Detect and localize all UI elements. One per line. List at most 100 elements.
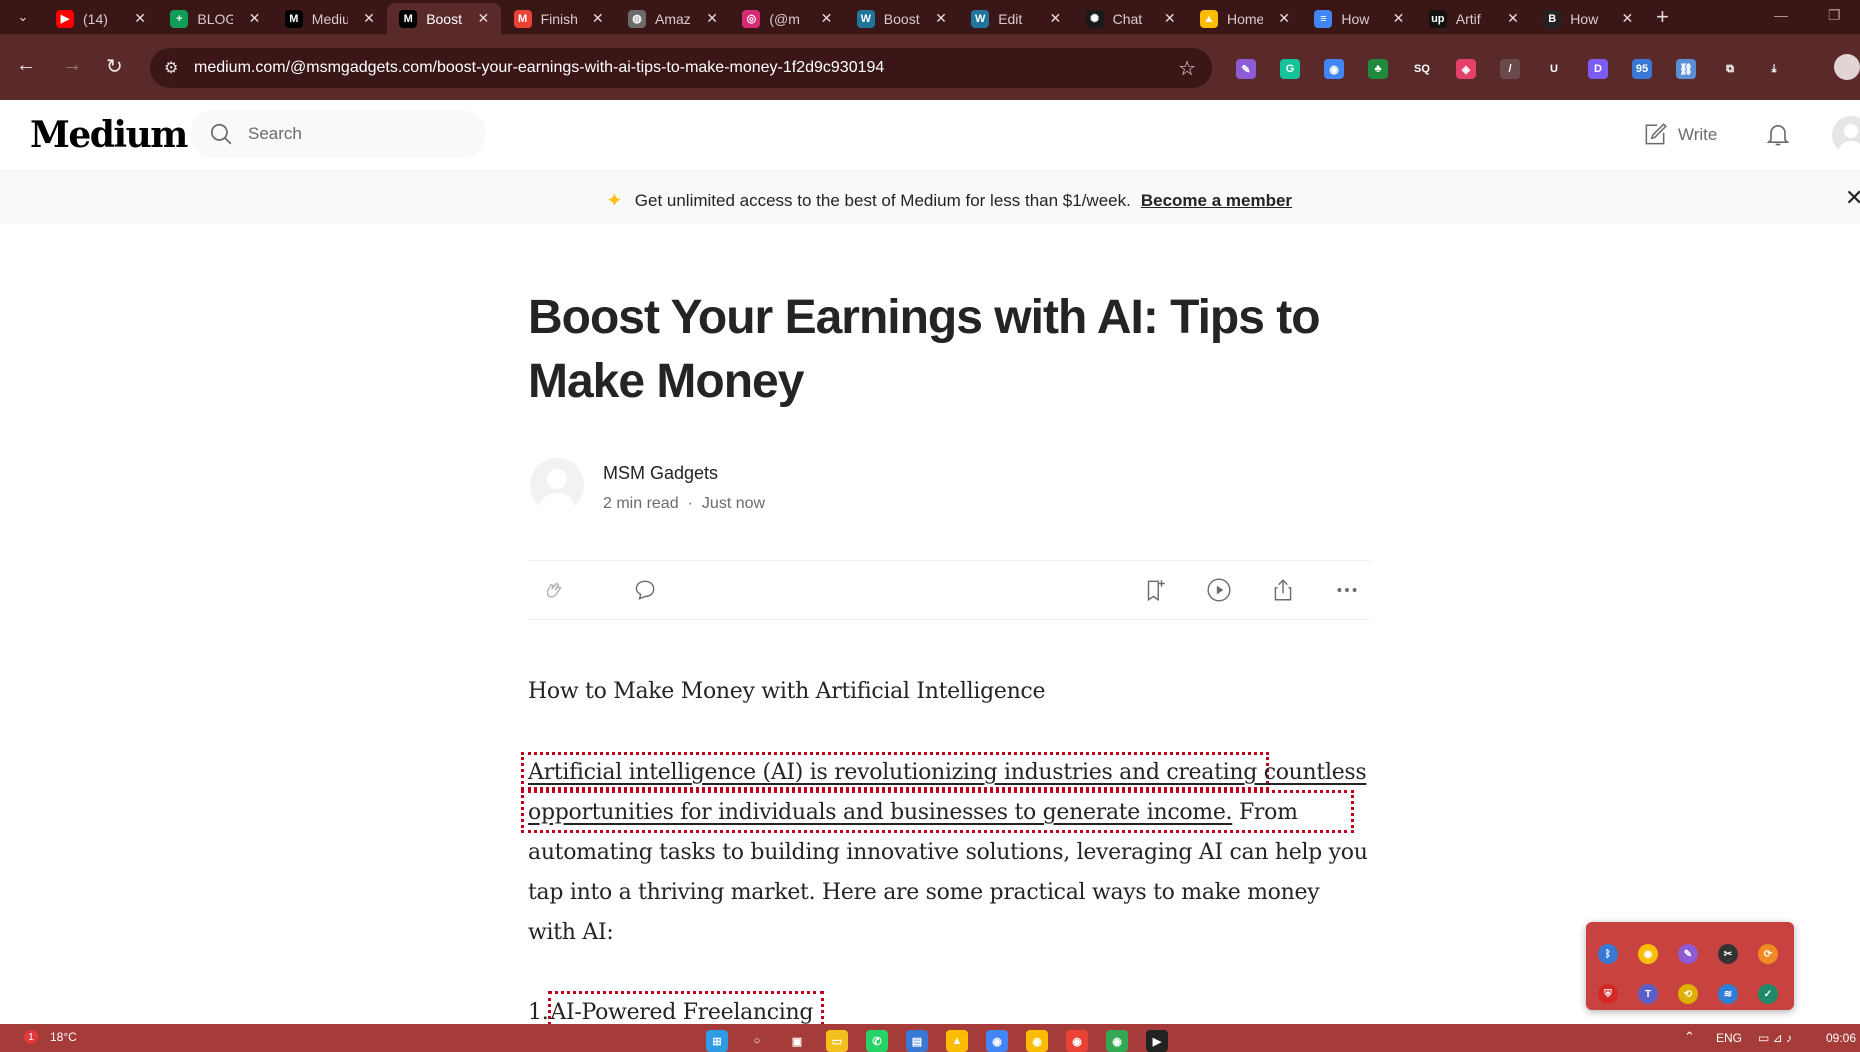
close-tab-icon[interactable]: ✕ [1621,10,1633,27]
security-tray-icon[interactable]: ⛨ [1598,984,1618,1004]
clap-icon[interactable] [540,577,566,603]
chrome-profile-4-icon[interactable]: ◉ [1106,1030,1128,1052]
tab-search-chevron-icon[interactable]: ⌄ [10,5,36,29]
browser-tab[interactable]: B How ✕ [1531,3,1645,34]
publish-time: Just now [701,495,766,512]
browser-tab[interactable]: ◎ (@m ✕ [730,3,844,34]
browser-tab[interactable]: ▲ Home ✕ [1188,3,1302,34]
author-avatar[interactable] [530,458,584,512]
medium-logo[interactable]: Medium [30,114,188,156]
search-taskbar-icon[interactable]: ○ [746,1030,768,1052]
close-tab-icon[interactable]: ✕ [477,10,489,27]
close-tab-icon[interactable]: ✕ [1049,10,1061,27]
restore-window-icon[interactable]: ❐ [1828,7,1841,24]
browser-tab[interactable]: M Finish ✕ [502,3,616,34]
teams-tray-icon[interactable]: T [1638,984,1658,1004]
browser-tab[interactable]: W Edit ✕ [959,3,1073,34]
close-tab-icon[interactable]: ✕ [1393,10,1405,27]
close-tab-icon[interactable]: ✕ [592,10,604,27]
evergreen-extension-icon[interactable]: ♣ [1368,59,1388,79]
close-tab-icon[interactable]: ✕ [935,10,947,27]
browser-tab[interactable]: ◍ Amazon ✕ [616,3,730,34]
close-tab-icon[interactable]: ✕ [821,10,833,27]
underline-extension-icon[interactable]: U [1544,59,1564,79]
bookmark-star-icon[interactable]: ☆ [1178,56,1196,81]
close-tab-icon[interactable]: ✕ [1164,10,1176,27]
task-view-icon[interactable]: ▣ [786,1030,808,1052]
listen-play-icon[interactable] [1206,577,1232,603]
capture-tray-icon[interactable]: ✂ [1718,944,1738,964]
media-player-icon[interactable]: ▶ [1146,1030,1168,1052]
network-volume-icons[interactable]: ▭ ⊿ ♪ [1758,1031,1792,1045]
become-member-link[interactable]: Become a member [1141,191,1292,211]
language-indicator[interactable]: ENG [1716,1031,1742,1045]
tray-chevron-up-icon[interactable]: ⌃ [1684,1029,1695,1045]
list-item-text[interactable]: AI-Powered Freelancing [550,1000,813,1025]
more-options-icon[interactable] [1334,577,1360,603]
reload-icon[interactable]: ↻ [106,54,123,79]
close-tab-icon[interactable]: ✕ [706,10,718,27]
bluetooth-tray-icon[interactable]: ᛒ [1598,944,1618,964]
drive-taskbar-icon[interactable]: ▲ [946,1030,968,1052]
browser-tab[interactable]: M Boost ✕ [387,3,502,34]
user-avatar[interactable] [1832,116,1860,154]
chrome-profile-3-icon[interactable]: ◉ [1066,1030,1088,1052]
address-bar[interactable]: ⚙ medium.com/@msmgadgets.com/boost-your-… [150,48,1212,88]
site-info-icon[interactable]: ⚙ [164,58,178,78]
list-number: 1. [528,1000,549,1025]
system-tray-overflow-popup: ᛒ ◉ ✎ ✂ ⟳ ⛨ T ⟲ ≋ ✓ [1586,922,1794,1010]
score-extension-icon[interactable]: 95 [1632,59,1652,79]
store-icon[interactable]: ▤ [906,1030,928,1052]
weather-widget[interactable]: 1 18°C [24,1030,77,1044]
link-extension-icon[interactable]: ⛓ [1676,59,1696,79]
browser-tab[interactable]: W Boost ✕ [845,3,959,34]
close-tab-icon[interactable]: ✕ [363,10,375,27]
defender-tray-icon[interactable]: ✓ [1758,984,1778,1004]
share-icon[interactable] [1270,577,1296,603]
search-input[interactable] [246,121,470,147]
sync-tray-icon[interactable]: ⟲ [1678,984,1698,1004]
new-tab-button[interactable]: + [1656,4,1669,30]
browser-profile-avatar[interactable] [1834,54,1860,80]
network-tray-icon[interactable]: ≋ [1718,984,1738,1004]
comment-icon[interactable] [632,577,658,603]
browser-tab[interactable]: + BLOG ✕ [158,3,272,34]
browser-tab[interactable]: M Medium ✕ [273,3,387,34]
browser-tab[interactable]: ✺ Chat ✕ [1074,3,1188,34]
file-explorer-icon[interactable]: ▭ [826,1030,848,1052]
start-icon[interactable]: ⊞ [706,1030,728,1052]
minimize-window-icon[interactable]: — [1774,7,1788,23]
browser-tab[interactable]: ≡ How ✕ [1302,3,1416,34]
close-tab-icon[interactable]: ✕ [134,10,146,27]
notifications-bell-icon[interactable] [1764,120,1792,148]
close-tab-icon[interactable]: ✕ [1507,10,1519,27]
puzzle-extensions-icon[interactable]: ⧉ [1720,59,1740,79]
bookmark-add-icon[interactable] [1142,577,1168,603]
grammarly-icon[interactable]: G [1280,59,1300,79]
screen-capture-icon[interactable]: ◈ [1456,59,1476,79]
slash-extension-icon[interactable]: / [1500,59,1520,79]
browser-tab[interactable]: ▶ (14) ✕ [44,3,158,34]
chrome-profile-1-icon[interactable]: ◉ [986,1030,1008,1052]
chrome-tray-icon[interactable]: ◉ [1638,944,1658,964]
seo-extension-icon[interactable]: SQ [1412,59,1432,79]
whatsapp-icon[interactable]: ✆ [866,1030,888,1052]
update-tray-icon[interactable]: ⟳ [1758,944,1778,964]
search-box[interactable] [190,110,486,158]
d-extension-icon[interactable]: D [1588,59,1608,79]
close-tab-icon[interactable]: ✕ [249,10,261,27]
chrome-profile-2-icon[interactable]: ◉ [1026,1030,1048,1052]
download-icon[interactable]: ⤓ [1764,59,1784,79]
url-text[interactable]: medium.com/@msmgadgets.com/boost-your-ea… [194,59,884,77]
quill-extension-icon[interactable]: ✎ [1236,59,1256,79]
browser-tab[interactable]: up Artif ✕ [1417,3,1531,34]
author-name[interactable]: MSM Gadgets [603,463,718,484]
quill-tray-icon[interactable]: ✎ [1678,944,1698,964]
google-lens-icon[interactable]: ◉ [1324,59,1344,79]
close-tab-icon[interactable]: ✕ [1278,10,1290,27]
forward-arrow-icon[interactable]: → [62,54,82,77]
write-button[interactable]: Write [1642,122,1717,148]
clock[interactable]: 09:06 [1826,1031,1856,1045]
back-arrow-icon[interactable]: ← [16,54,36,77]
close-banner-icon[interactable]: ✕ [1845,185,1860,211]
